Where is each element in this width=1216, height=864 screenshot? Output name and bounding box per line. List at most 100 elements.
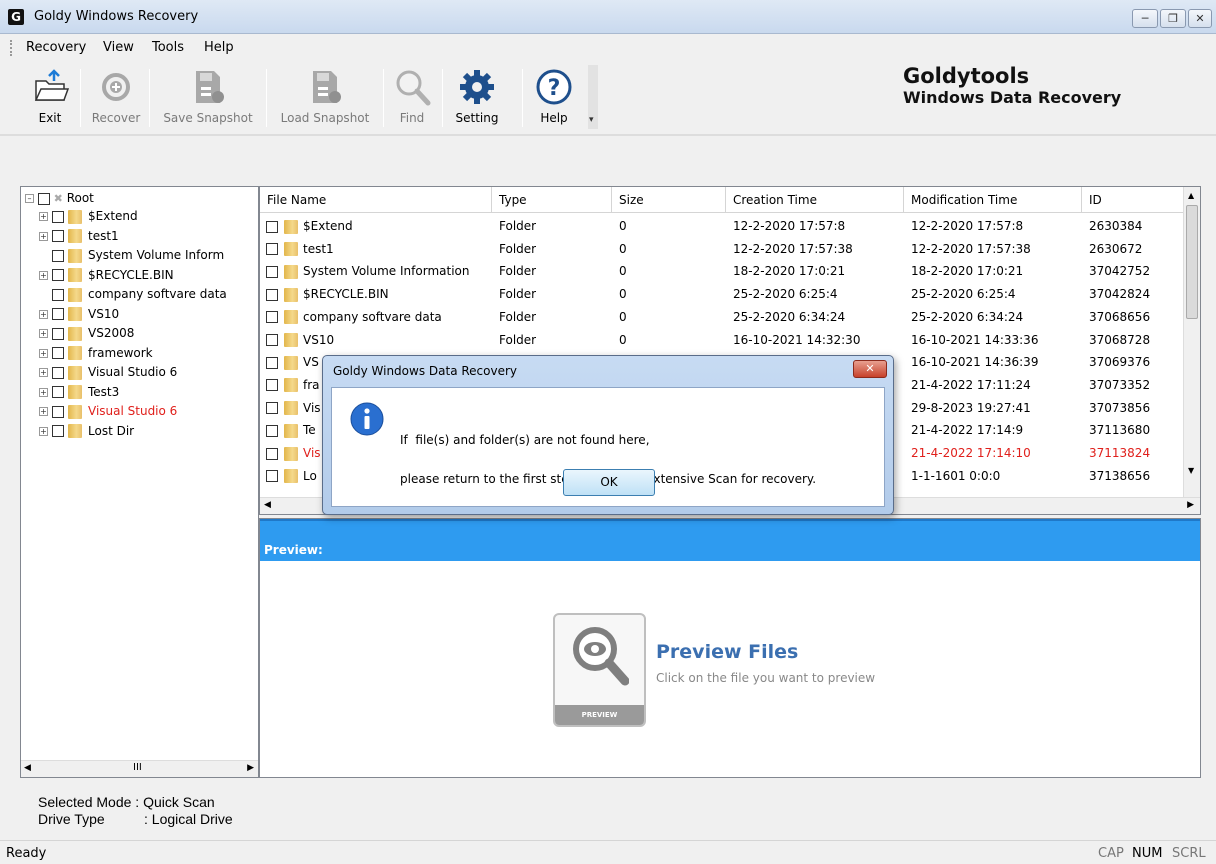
table-row[interactable]: $RECYCLE.BIN Folder 0 25-2-2020 6:25:4 25-2-… xyxy=(260,283,1185,306)
exit-button[interactable]: Exit xyxy=(24,63,76,131)
menu-tools[interactable]: Tools xyxy=(152,40,184,55)
dialog-message-line-1: If file(s) and folder(s) are not found h… xyxy=(400,433,650,447)
collapse-icon[interactable]: – xyxy=(25,194,34,203)
tree-item[interactable]: + Visual Studio 6 xyxy=(39,402,177,420)
tree-item-label: VS2008 xyxy=(88,326,135,340)
tree-item[interactable]: +company softvare data xyxy=(39,285,227,303)
tree-item[interactable]: + VS2008 xyxy=(39,324,134,342)
tree-item-label: $Extend xyxy=(88,209,138,223)
checkbox[interactable] xyxy=(266,379,278,392)
table-row[interactable]: VS10 Folder 0 16-10-2021 14:32:30 16-10-2021… xyxy=(260,329,1185,352)
tree-item[interactable]: + Lost Dir xyxy=(39,422,134,440)
expand-icon[interactable]: + xyxy=(39,426,48,436)
tree-item[interactable]: + Visual Studio 6 xyxy=(39,363,177,381)
expand-icon[interactable]: + xyxy=(39,348,48,358)
column-header-type[interactable]: Type xyxy=(492,187,612,213)
table-row[interactable]: test1 Folder 0 12-2-2020 17:57:38 12-2-2020 … xyxy=(260,238,1185,261)
checkbox[interactable] xyxy=(52,366,64,379)
minimize-button[interactable]: ─ xyxy=(1132,9,1158,28)
column-header-id[interactable]: ID xyxy=(1082,187,1185,213)
expand-icon[interactable]: + xyxy=(39,309,48,319)
checkbox[interactable] xyxy=(37,192,50,205)
help-button[interactable]: ? Help xyxy=(526,63,582,131)
file-name: test1 xyxy=(303,241,334,256)
save-snapshot-button[interactable]: Save Snapshot xyxy=(153,63,263,131)
tree-item[interactable]: + Test3 xyxy=(39,383,119,401)
tree-item[interactable]: + test1 xyxy=(39,227,119,245)
table-row[interactable]: company softvare data Folder 0 25-2-2020 6:… xyxy=(260,306,1185,329)
tree-item[interactable]: +System Volume Inform xyxy=(39,246,224,264)
restore-button[interactable]: ❐ xyxy=(1160,9,1186,28)
save-snapshot-label: Save Snapshot xyxy=(163,111,253,125)
column-header-file-name[interactable]: File Name xyxy=(260,187,492,213)
cell-file-name: $RECYCLE.BIN xyxy=(266,283,490,306)
menu-help[interactable]: Help xyxy=(204,40,234,55)
column-header-creation-time[interactable]: Creation Time xyxy=(726,187,904,213)
folder-icon xyxy=(284,287,298,302)
expand-icon[interactable]: + xyxy=(39,387,48,397)
find-button[interactable]: Find xyxy=(387,63,437,131)
close-button[interactable]: ✕ xyxy=(1188,9,1212,28)
checkbox[interactable] xyxy=(266,402,278,415)
ok-button[interactable]: OK xyxy=(563,469,655,496)
cell-created: 12-2-2020 17:57:8 xyxy=(733,219,846,233)
dialog-close-button[interactable]: ✕ xyxy=(853,360,887,378)
column-header-size[interactable]: Size xyxy=(612,187,726,213)
checkbox[interactable] xyxy=(266,265,278,278)
expand-icon[interactable]: + xyxy=(39,231,48,241)
checkbox[interactable] xyxy=(52,425,64,437)
tree-item[interactable]: + VS10 xyxy=(39,305,119,323)
folder-tree[interactable]: – ✖ Root +$Extend+test1+System Volume In… xyxy=(20,186,259,778)
cell-id: 37073352 xyxy=(1089,377,1151,392)
checkbox[interactable] xyxy=(52,249,64,262)
table-row[interactable]: $Extend Folder 0 12-2-2020 17:57:8 12-2-2020… xyxy=(260,215,1185,238)
setting-button[interactable]: Setting xyxy=(446,63,508,131)
table-row[interactable]: System Volume Information Folder 0 18-2-202… xyxy=(260,260,1185,283)
checkbox[interactable] xyxy=(266,311,278,324)
tree-item-label: System Volume Inform xyxy=(88,248,225,262)
expand-icon[interactable]: + xyxy=(39,212,48,221)
expand-icon[interactable]: + xyxy=(39,368,48,377)
cell-size: 0 xyxy=(619,332,627,347)
checkbox[interactable] xyxy=(52,230,64,242)
checkbox[interactable] xyxy=(52,347,64,359)
tree-root[interactable]: – ✖ Root xyxy=(25,189,94,207)
checkbox[interactable] xyxy=(266,243,278,256)
folder-icon xyxy=(284,423,298,438)
tree-item[interactable]: + $RECYCLE.BIN xyxy=(39,266,174,284)
tree-item[interactable]: + $Extend xyxy=(39,207,138,225)
toolbar-overflow-button[interactable]: ▾ xyxy=(588,65,598,129)
checkbox[interactable] xyxy=(52,210,64,223)
cell-type: Folder xyxy=(499,241,537,256)
tree-horizontal-scrollbar[interactable]: ◀ III ▶ xyxy=(21,760,258,777)
expand-icon[interactable]: + xyxy=(39,270,48,280)
folder-icon xyxy=(68,365,82,380)
checkbox[interactable] xyxy=(52,405,64,418)
tree-item[interactable]: + framework xyxy=(39,344,153,362)
expand-icon[interactable]: + xyxy=(39,407,48,416)
load-snapshot-button[interactable]: Load Snapshot xyxy=(270,63,380,131)
expand-icon[interactable]: + xyxy=(39,329,48,338)
checkbox[interactable] xyxy=(52,386,64,398)
checkbox[interactable] xyxy=(266,470,278,483)
file-list-vertical-scrollbar[interactable]: ▲ ▼ xyxy=(1183,187,1200,499)
checkbox[interactable] xyxy=(266,424,278,437)
cell-id: 37113680 xyxy=(1089,423,1151,438)
checkbox[interactable] xyxy=(52,269,64,281)
cell-created: 16-10-2021 14:32:30 xyxy=(733,332,861,347)
checkbox[interactable] xyxy=(266,288,278,301)
file-name: Vis xyxy=(303,400,321,415)
checkbox[interactable] xyxy=(266,356,278,369)
menu-recovery[interactable]: Recovery xyxy=(26,40,86,55)
checkbox[interactable] xyxy=(52,327,64,340)
checkbox[interactable] xyxy=(52,308,64,320)
help-icon: ? xyxy=(536,69,572,105)
menu-view[interactable]: View xyxy=(103,40,134,55)
column-header-modification-time[interactable]: Modification Time xyxy=(904,187,1082,213)
checkbox[interactable] xyxy=(52,288,64,301)
checkbox[interactable] xyxy=(266,334,278,346)
checkbox[interactable] xyxy=(266,447,278,460)
recover-button[interactable]: Recover xyxy=(84,63,148,131)
toolbar: Exit Recover Save Snapshot Load Snapshot… xyxy=(10,63,600,131)
checkbox[interactable] xyxy=(266,220,278,233)
